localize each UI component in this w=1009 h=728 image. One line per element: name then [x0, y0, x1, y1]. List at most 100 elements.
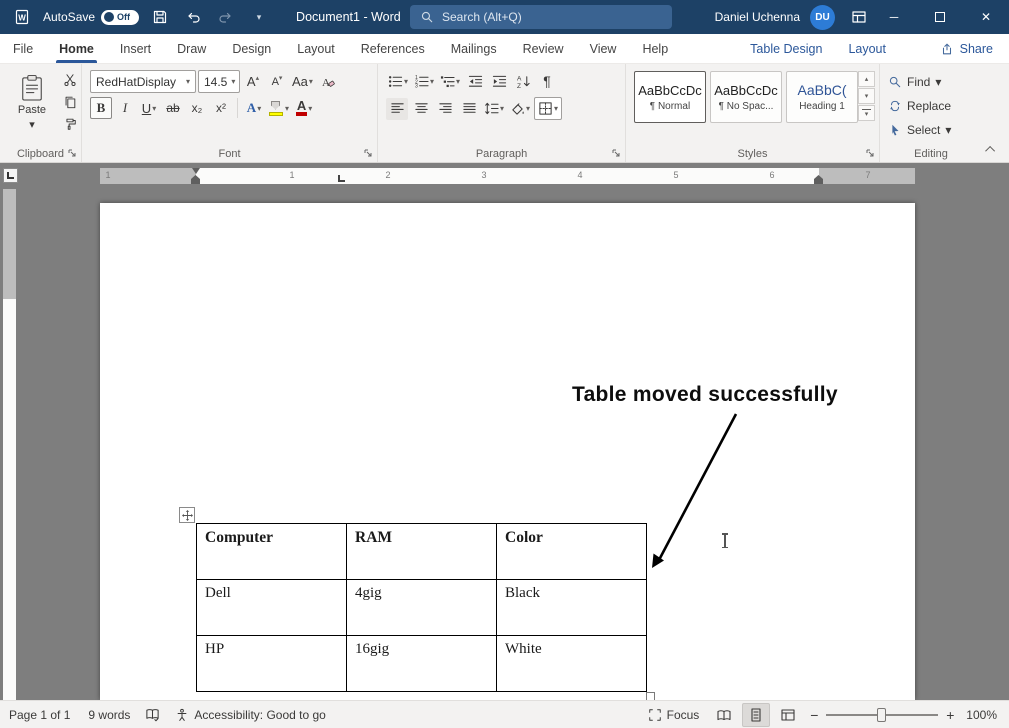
borders-button[interactable]: ▾ [534, 97, 562, 120]
text-effects-button[interactable]: A▾ [243, 97, 265, 119]
justify-button[interactable] [458, 98, 480, 120]
zoom-slider[interactable] [826, 707, 938, 723]
decrease-indent-button[interactable] [464, 70, 486, 92]
table-cell[interactable]: Black [497, 580, 647, 636]
underline-button[interactable]: U▾ [138, 97, 160, 119]
grow-font-button[interactable]: A▴ [242, 71, 264, 93]
arrow-shape[interactable] [640, 408, 750, 583]
align-center-button[interactable] [410, 98, 432, 120]
styles-gallery-more-button[interactable]: ▾ [858, 105, 875, 121]
italic-button[interactable]: I [114, 97, 136, 119]
find-button[interactable]: Find ▾ [888, 71, 951, 92]
increase-indent-button[interactable] [488, 70, 510, 92]
replace-button[interactable]: Replace [888, 95, 951, 116]
tab-stop-marker[interactable] [338, 175, 345, 182]
tab-home[interactable]: Home [46, 34, 107, 63]
word-count[interactable]: 9 words [79, 708, 139, 722]
shading-button[interactable]: ▾ [508, 98, 532, 120]
show-formatting-marks-button[interactable]: ¶ [536, 70, 558, 92]
styles-dialog-launcher[interactable] [865, 148, 875, 158]
autosave-switch[interactable]: Off [101, 10, 139, 25]
save-button[interactable] [148, 4, 172, 30]
read-mode-button[interactable] [710, 703, 738, 727]
quick-access-more-button[interactable]: ▾ [247, 4, 271, 30]
highlight-color-button[interactable]: ▾ [267, 97, 291, 119]
tab-references[interactable]: References [348, 34, 438, 63]
table-cell[interactable]: White [497, 636, 647, 692]
zoom-level[interactable]: 100% [960, 708, 1009, 722]
maximize-button[interactable] [917, 0, 963, 34]
print-layout-button[interactable] [742, 703, 770, 727]
tab-design[interactable]: Design [219, 34, 284, 63]
tab-help[interactable]: Help [629, 34, 681, 63]
styles-scroll-up-button[interactable]: ▴ [858, 71, 875, 87]
tab-view[interactable]: View [577, 34, 630, 63]
align-left-button[interactable] [386, 98, 408, 120]
tab-mailings[interactable]: Mailings [438, 34, 510, 63]
cut-button[interactable] [60, 71, 79, 89]
tab-draw[interactable]: Draw [164, 34, 219, 63]
table-cell[interactable]: 4gig [347, 580, 497, 636]
first-line-indent-marker[interactable] [192, 168, 200, 174]
table-header-cell[interactable]: Computer [197, 524, 347, 580]
bold-button[interactable]: B [90, 97, 112, 119]
tab-selector[interactable] [3, 168, 18, 183]
subscript-button[interactable]: x₂ [186, 97, 208, 119]
page-indicator[interactable]: Page 1 of 1 [0, 708, 79, 722]
font-dialog-launcher[interactable] [363, 148, 373, 158]
zoom-slider-thumb[interactable] [877, 708, 886, 722]
document-page[interactable]: Table moved successfully Computer RAM Co… [100, 203, 915, 700]
clipboard-dialog-launcher[interactable] [67, 148, 77, 158]
superscript-button[interactable]: x² [210, 97, 232, 119]
document-table[interactable]: Computer RAM Color Dell 4gig Black HP 16… [196, 523, 647, 692]
style-heading-1[interactable]: AaBbC( Heading 1 [786, 71, 858, 123]
font-size-select[interactable]: 14.5 ▾ [198, 70, 240, 93]
proofing-status-button[interactable] [139, 707, 166, 722]
undo-button[interactable] [181, 4, 205, 30]
tab-insert[interactable]: Insert [107, 34, 164, 63]
tab-review[interactable]: Review [510, 34, 577, 63]
change-case-button[interactable]: Aa▾ [290, 71, 315, 93]
table-header-cell[interactable]: RAM [347, 524, 497, 580]
sort-button[interactable]: AZ [512, 70, 534, 92]
horizontal-ruler[interactable]: 1 1 2 3 4 5 6 7 [100, 168, 915, 184]
tab-layout-contextual[interactable]: Layout [835, 34, 899, 63]
clear-formatting-button[interactable]: A [317, 71, 339, 93]
minimize-button[interactable]: ─ [871, 0, 917, 34]
focus-button[interactable]: Focus [639, 708, 709, 722]
style-normal[interactable]: AaBbCcDc ¶ Normal [634, 71, 706, 123]
avatar[interactable]: DU [810, 5, 835, 30]
table-header-cell[interactable]: Color [497, 524, 647, 580]
user-name[interactable]: Daniel Uchenna [715, 10, 800, 24]
font-name-select[interactable]: RedHatDisplay ▾ [90, 70, 196, 93]
align-right-button[interactable] [434, 98, 456, 120]
redo-button[interactable] [214, 4, 238, 30]
numbering-button[interactable]: 123 ▾ [412, 70, 436, 92]
copy-button[interactable] [60, 93, 79, 111]
paragraph-dialog-launcher[interactable] [611, 148, 621, 158]
table-cell[interactable]: 16gig [347, 636, 497, 692]
table-move-handle[interactable] [179, 507, 195, 523]
table-cell[interactable]: Dell [197, 580, 347, 636]
zoom-out-button[interactable]: − [804, 707, 824, 723]
zoom-in-button[interactable]: + [940, 707, 960, 723]
table-cell[interactable]: HP [197, 636, 347, 692]
tab-table-design[interactable]: Table Design [737, 34, 835, 63]
autosave-toggle[interactable]: AutoSave Off [43, 10, 139, 25]
multilevel-list-button[interactable]: ▾ [438, 70, 462, 92]
line-spacing-button[interactable]: ▾ [482, 98, 506, 120]
paste-button[interactable]: Paste ▾ [8, 70, 56, 134]
tab-layout[interactable]: Layout [284, 34, 348, 63]
accessibility-status[interactable]: Accessibility: Good to go [166, 708, 334, 722]
ribbon-display-options-icon[interactable] [847, 4, 871, 30]
annotation-text[interactable]: Table moved successfully [572, 383, 838, 407]
web-layout-button[interactable] [774, 703, 802, 727]
format-painter-button[interactable] [60, 115, 79, 133]
share-button[interactable]: Share [924, 34, 1009, 63]
font-color-button[interactable]: A▾ [293, 97, 315, 119]
style-no-spacing[interactable]: AaBbCcDc ¶ No Spac... [710, 71, 782, 123]
word-app-icon[interactable]: W [10, 4, 34, 30]
strikethrough-button[interactable]: ab [162, 97, 184, 119]
tab-file[interactable]: File [0, 34, 46, 63]
styles-scroll-down-button[interactable]: ▾ [858, 88, 875, 104]
